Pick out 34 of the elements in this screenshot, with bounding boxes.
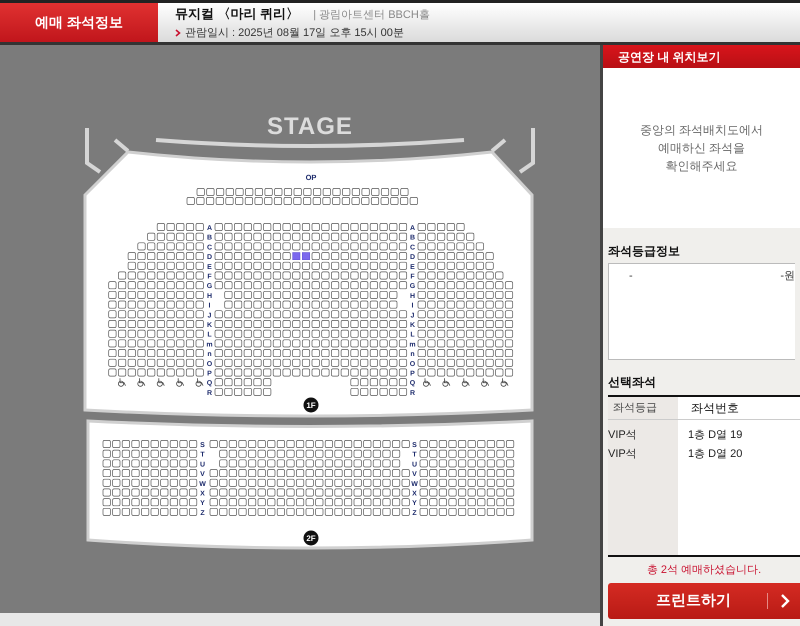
grade-price: -원 (780, 269, 795, 284)
table-cell-text: VIP석 (608, 428, 638, 443)
wheelchair-icon (196, 378, 204, 387)
section-heading: 좌석등급정보 (608, 243, 681, 260)
floor-badge: 2F (304, 530, 318, 546)
show-title: 뮤지컬 〈마리 퀴리〉 (175, 5, 300, 23)
wheelchair-icon (481, 378, 490, 387)
venue-name: | 광림아트센터 BBCH홀 (313, 8, 430, 23)
wheelchair-icon (137, 378, 146, 387)
grade-name: - (629, 269, 633, 284)
table-cell-text: VIP석 (608, 447, 638, 462)
wheelchair-icon (442, 378, 450, 387)
booked-seat[interactable] (302, 252, 310, 260)
section-title: 예매 좌석정보 (0, 3, 158, 42)
table-cell-text: 1층 D열 19 (688, 428, 744, 443)
table-cell-text: 1층 D열 20 (688, 447, 744, 462)
wheelchair-icon (156, 378, 165, 387)
wheelchair-icon (423, 378, 431, 387)
wheelchair-icon (462, 378, 470, 387)
wheelchair-icon (500, 378, 508, 387)
wheelchair-icon (118, 378, 126, 387)
panel-header: 공연장 내 위치보기 (603, 45, 800, 68)
chevron-icon (175, 28, 181, 37)
column-header: 좌석번호 (678, 397, 800, 420)
booking-summary: 총 2석 예매하셨습니다. (646, 562, 762, 578)
booked-seat[interactable] (292, 252, 300, 260)
stage-label: STAGE (267, 113, 353, 140)
print-button[interactable]: 프린트하기 (608, 583, 800, 619)
location-message: 중앙의 좌석배치도에서 예매하신 좌석을 확인해주세요 (638, 122, 764, 175)
section-heading: 선택좌석 (608, 374, 657, 391)
wheelchair-icon (176, 378, 184, 387)
floor-badge: 1F (304, 398, 318, 412)
performance-date: 관람일시 : 2025년 08월 17일 오후 15시 00분 (185, 26, 404, 40)
chevron-right-icon (780, 593, 790, 609)
